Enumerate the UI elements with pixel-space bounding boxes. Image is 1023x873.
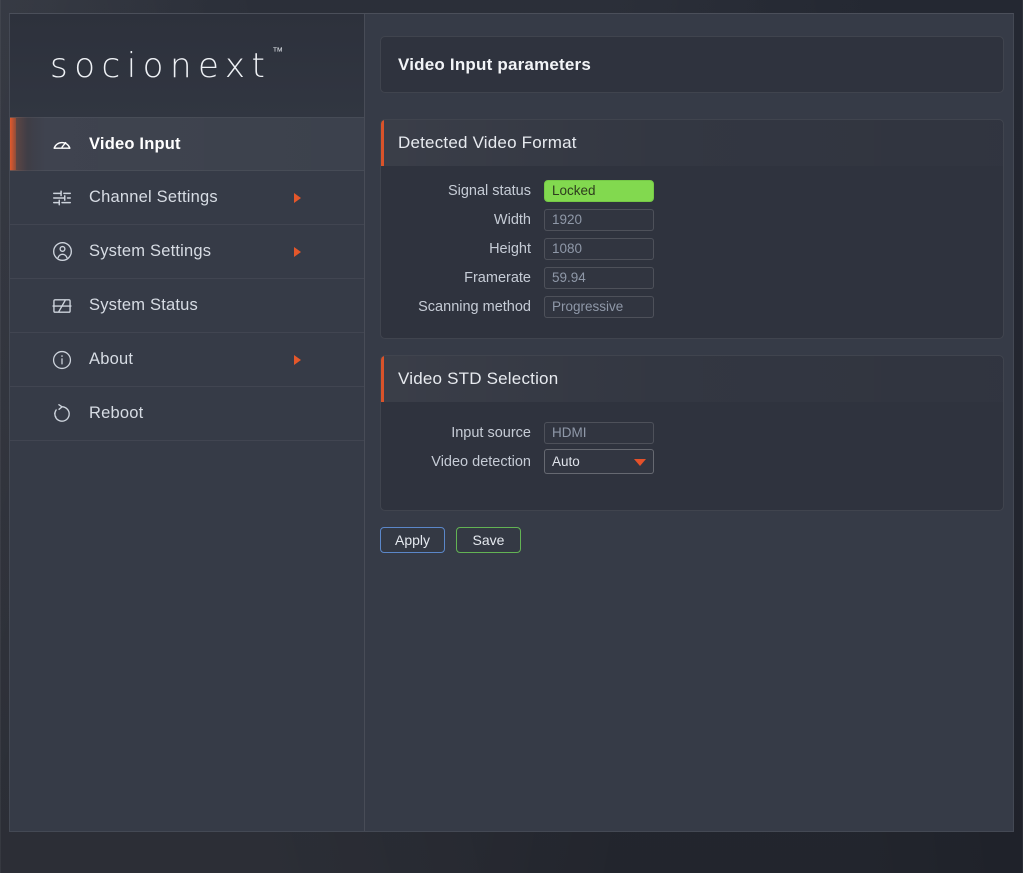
brand-name: socionext™ <box>50 45 283 86</box>
field-row-video-detection: Video detection Auto <box>381 447 1003 476</box>
scanning-method-field: Progressive <box>544 295 654 318</box>
panel-header: Video STD Selection <box>381 356 1003 402</box>
sidebar-item-label: System Status <box>89 296 198 314</box>
status-badge: Locked <box>544 179 654 202</box>
sidebar-item-channel-settings[interactable]: Channel Settings <box>10 171 364 225</box>
save-button[interactable]: Save <box>456 527 521 553</box>
gauge-icon <box>49 131 75 157</box>
field-label: Width <box>493 211 531 228</box>
field-row-signal-status: Signal status Locked <box>381 176 1003 205</box>
sidebar: socionext™ Video Input Channel Settings … <box>10 14 365 831</box>
panel-title-text: Detected Video Format <box>398 133 577 152</box>
page-title-text: Video Input parameters <box>398 54 592 74</box>
panel-video-std-selection: Video STD Selection Input source HDMI Vi… <box>380 355 1004 511</box>
video-detection-select[interactable]: Auto <box>544 449 654 474</box>
sidebar-item-label: About <box>89 350 134 368</box>
sidebar-item-about[interactable]: About <box>10 333 364 387</box>
field-row-input-source: Input source HDMI <box>381 418 1003 447</box>
page-background: socionext™ Video Input Channel Settings … <box>0 0 1023 873</box>
app-window: socionext™ Video Input Channel Settings … <box>9 13 1014 832</box>
monitor-icon <box>49 293 75 319</box>
sidebar-item-label: System Settings <box>89 242 212 260</box>
user-circle-icon <box>49 239 75 265</box>
sidebar-item-reboot[interactable]: Reboot <box>10 387 364 441</box>
field-label: Video detection <box>431 453 531 470</box>
chevron-right-icon <box>294 192 301 203</box>
brand-logo: socionext™ <box>10 14 364 117</box>
info-circle-icon <box>49 347 75 373</box>
chevron-right-icon <box>294 354 301 365</box>
framerate-field: 59.94 <box>544 266 654 289</box>
restart-icon <box>49 401 75 427</box>
chevron-down-icon <box>634 458 646 466</box>
apply-button[interactable]: Apply <box>380 527 445 553</box>
field-row-width: Width 1920 <box>381 205 1003 234</box>
panel-detected-video-format: Detected Video Format Signal status Lock… <box>380 119 1004 339</box>
content-area: Video Input parameters Detected Video Fo… <box>365 14 1013 831</box>
sidebar-item-video-input[interactable]: Video Input <box>10 117 364 171</box>
field-row-height: Height 1080 <box>381 234 1003 263</box>
panel-body: Input source HDMI Video detection Auto <box>381 402 1003 510</box>
panel-header: Detected Video Format <box>381 120 1003 166</box>
action-buttons: Apply Save <box>380 527 1004 553</box>
sidebar-item-system-status[interactable]: System Status <box>10 279 364 333</box>
field-label: Input source <box>451 424 531 441</box>
field-row-framerate: Framerate 59.94 <box>381 263 1003 292</box>
brand-wordmark: socionext <box>50 45 272 86</box>
sidebar-item-system-settings[interactable]: System Settings <box>10 225 364 279</box>
panel-body: Signal status Locked Width 1920 Height 1… <box>381 166 1003 338</box>
width-field: 1920 <box>544 208 654 231</box>
sidebar-item-label: Channel Settings <box>89 188 218 206</box>
height-field: 1080 <box>544 237 654 260</box>
field-label: Scanning method <box>418 298 531 315</box>
page-title: Video Input parameters <box>380 36 1004 93</box>
panel-title-text: Video STD Selection <box>398 369 559 388</box>
input-source-field: HDMI <box>544 421 654 444</box>
field-row-scanning-method: Scanning method Progressive <box>381 292 1003 321</box>
sidebar-item-label: Reboot <box>89 404 144 422</box>
sidebar-nav: Video Input Channel Settings System Sett… <box>10 117 364 441</box>
trademark-icon: ™ <box>272 45 284 59</box>
chevron-right-icon <box>294 246 301 257</box>
field-label: Framerate <box>464 269 531 286</box>
sidebar-item-label: Video Input <box>89 134 181 153</box>
field-label: Signal status <box>447 182 531 199</box>
video-detection-value: Auto <box>552 454 580 469</box>
sliders-icon <box>49 185 75 211</box>
field-label: Height <box>489 240 531 257</box>
